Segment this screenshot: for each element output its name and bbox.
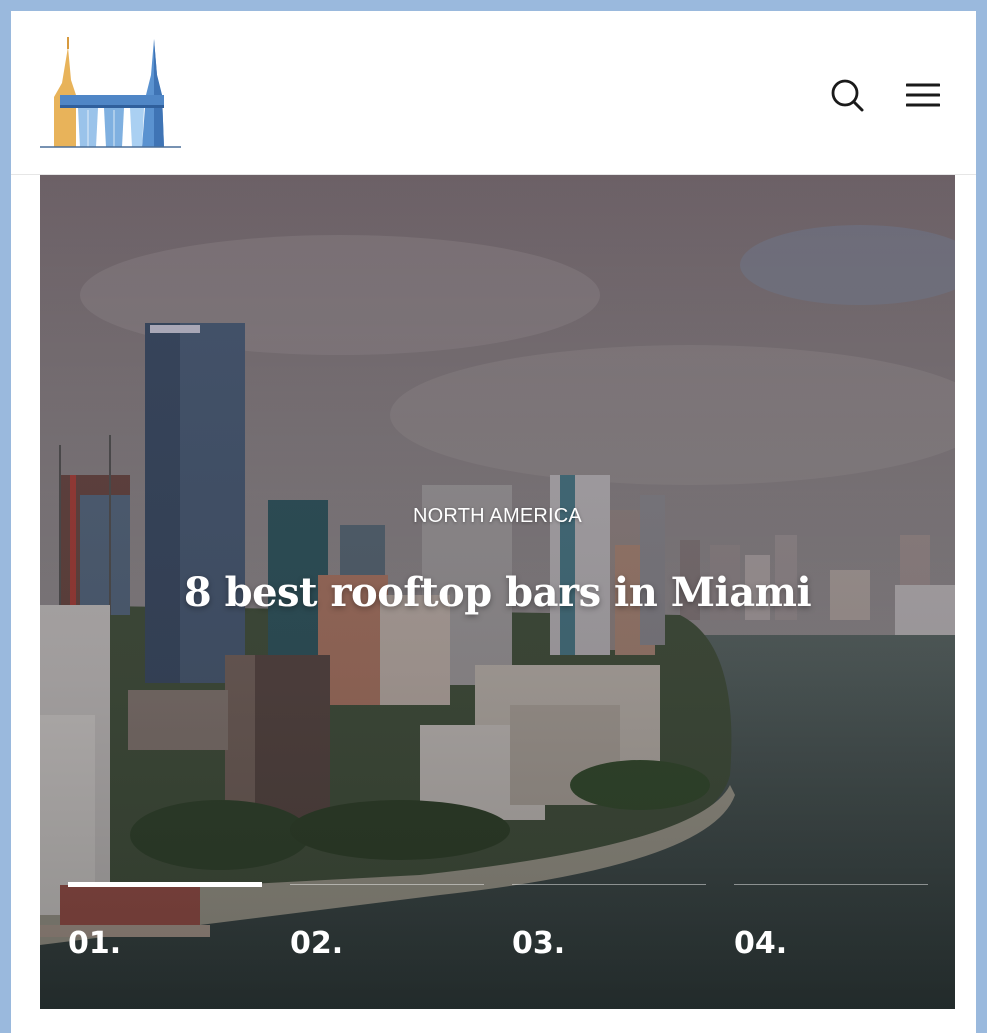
slide-progress-bar: [68, 882, 262, 887]
slide-progress-bar: [734, 884, 928, 885]
site-header: [11, 11, 976, 175]
slide-number: 04.: [734, 926, 788, 961]
slide-tab-3[interactable]: 03.: [512, 884, 706, 984]
slide-tab-4[interactable]: 04.: [734, 884, 928, 984]
slide-number: 01.: [68, 926, 122, 961]
hamburger-menu-icon: [906, 83, 940, 107]
hero-slider[interactable]: NORTH AMERICA 8 best rooftop bars in Mia…: [40, 175, 955, 1009]
slide-progress-bar: [512, 884, 706, 885]
search-button[interactable]: [827, 75, 867, 115]
search-icon: [831, 79, 864, 112]
article-title[interactable]: 8 best rooftop bars in Miami: [40, 569, 955, 616]
slide-tab-1[interactable]: 01.: [68, 882, 262, 984]
slide-number: 02.: [290, 926, 344, 961]
slide-progress-bar: [290, 884, 484, 885]
menu-button[interactable]: [903, 75, 943, 115]
slide-pagination: 01. 02. 03. 04.: [40, 882, 955, 984]
site-logo[interactable]: [38, 35, 183, 150]
slide-tab-2[interactable]: 02.: [290, 884, 484, 984]
page-frame: NORTH AMERICA 8 best rooftop bars in Mia…: [11, 11, 976, 1033]
skyline-logo-icon: [40, 37, 181, 148]
slide-number: 03.: [512, 926, 566, 961]
article-category[interactable]: NORTH AMERICA: [40, 505, 955, 528]
